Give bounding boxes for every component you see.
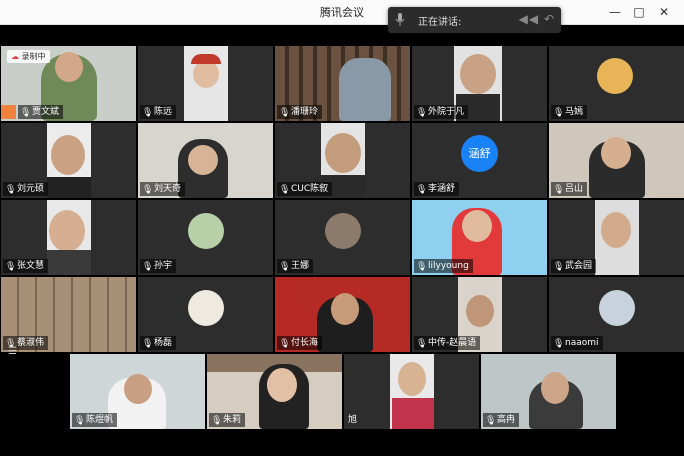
video-tile[interactable]: 🎙潘珊玲 [275,46,410,121]
video-tile[interactable]: 🎙张文慧 [1,200,136,275]
video-tile[interactable]: 涵舒 🎙李涵舒 [412,123,547,198]
participant-name: 🎙naaomi [551,336,603,350]
mic-icon: 🎙 [553,262,565,272]
participant-name: 🎙吕山 [551,182,588,196]
video-tile[interactable]: 🎙吕山 [549,123,684,198]
mic-icon: 🎙 [416,185,428,195]
mic-icon: 🎙 [142,262,154,272]
video-tile[interactable]: 🎙付长海 [275,277,410,352]
participant-name: 🎙孙宇 [140,259,177,273]
participant-name: 旭 [348,415,358,425]
video-tile[interactable]: 🎙武会园 [549,200,684,275]
mic-icon: 🎙 [211,416,223,426]
recording-badge: ☁ 录制中 [7,50,50,63]
participant-name: 🎙刘元硕 [3,182,49,196]
avatar [325,213,361,249]
participant-name: 🎙中传-赵晨语 [414,336,481,350]
collapse-icon[interactable]: ◀◀ ↶ [519,12,555,26]
video-tile[interactable]: 🎙杨磊 [138,277,273,352]
video-grid: ☁ 录制中 🎙贾文斌 🎙陈远 🎙潘珊玲 🎙外院于凡 🎙马嫣 🎙刘元硕 🎙刘天奇 … [1,46,684,353]
video-tile[interactable]: 🎙王娜 [275,200,410,275]
mic-icon: 🎙 [142,339,154,349]
mic-icon: 🎙 [485,416,497,426]
mic-icon: 🎙 [142,185,154,195]
list-view-icon[interactable]: ☰ [8,346,17,357]
avatar [188,290,224,326]
participant-name: 🎙CUC陈叙 [277,182,333,196]
participant-name: 🎙陈煜帆 [72,413,118,427]
video-tile[interactable]: 🎙高冉 [481,354,616,429]
video-tile[interactable]: 🎙陈煜帆 [70,354,205,429]
participant-name: 🎙贾文斌 [18,105,64,119]
participant-name: 🎙潘珊玲 [277,105,323,119]
participant-name: 🎙lilyyoung [414,259,473,273]
microphone-icon [395,13,405,29]
cloud-record-icon: ☁ [11,52,19,61]
video-tile[interactable]: 🎙马嫣 [549,46,684,121]
participant-name: 🎙朱莉 [209,413,246,427]
mic-icon: 🎙 [5,185,17,195]
minimize-icon[interactable]: — [606,3,624,21]
participant-name: 🎙陈远 [140,105,177,119]
mic-icon: 🎙 [142,108,154,118]
participant-name: 🎙杨磊 [140,336,177,350]
participant-name: 🎙外院于凡 [414,105,469,119]
close-icon[interactable]: ✕ [655,3,673,21]
mic-icon: 🎙 [279,262,291,272]
mic-icon: 🎙 [553,108,565,118]
mic-icon: 🎙 [5,262,17,272]
participant-name: 🎙李涵舒 [414,182,460,196]
avatar [599,290,635,326]
mic-icon: 🎙 [416,339,428,349]
video-tile[interactable]: 🎙朱莉 [207,354,342,429]
participant-name: 🎙付长海 [277,336,323,350]
avatar: 涵舒 [461,135,498,172]
mic-icon: 🎙 [416,108,428,118]
video-tile[interactable]: 🎙中传-赵晨语 [412,277,547,352]
avatar [597,58,633,94]
video-tile[interactable]: 🎙CUC陈叙 [275,123,410,198]
mic-icon: 🎙 [553,339,565,349]
video-tile[interactable]: ☁ 录制中 🎙贾文斌 [1,46,136,121]
recording-label: 录制中 [21,52,46,61]
mic-icon: 🎙 [279,108,291,118]
video-tile[interactable]: 🎙蔡淑伟 [1,277,136,352]
mic-icon: 🎙 [279,185,291,195]
video-tile[interactable]: 🎙lilyyoung [412,200,547,275]
mic-icon: 🎙 [74,416,86,426]
participant-name: 🎙马嫣 [551,105,588,119]
mic-icon: 🎙 [553,185,565,195]
video-tile[interactable]: 🎙陈远 [138,46,273,121]
participant-name: 🎙张文慧 [3,259,49,273]
video-tile[interactable]: 旭 [344,354,479,429]
participant-name: 🎙高冉 [483,413,520,427]
participant-name: 🎙刘天奇 [140,182,186,196]
video-tile[interactable]: 🎙naaomi [549,277,684,352]
mic-icon: 🎙 [20,108,32,118]
host-icon [1,105,16,119]
speaking-indicator: 正在讲话: ◀◀ ↶ [388,7,561,33]
video-tile[interactable]: 🎙刘天奇 [138,123,273,198]
participant-name: 🎙王娜 [277,259,314,273]
maximize-icon[interactable]: □ [630,3,648,21]
video-tile[interactable]: 🎙孙宇 [138,200,273,275]
speaking-label: 正在讲话: [418,17,462,28]
window-title: 腾讯会议 [320,6,364,19]
video-tile[interactable]: 🎙外院于凡 [412,46,547,121]
avatar [188,213,224,249]
mic-icon: 🎙 [416,262,428,272]
title-bar: 腾讯会议 — □ ✕ [0,0,684,25]
participant-name: 🎙武会园 [551,259,597,273]
video-tile[interactable]: 🎙刘元硕 [1,123,136,198]
meeting-window: 腾讯会议 — □ ✕ 正在讲话: ◀◀ ↶ ☁ 录制中 🎙贾文斌 🎙陈远 🎙潘珊… [0,0,684,456]
mic-icon: 🎙 [279,339,291,349]
